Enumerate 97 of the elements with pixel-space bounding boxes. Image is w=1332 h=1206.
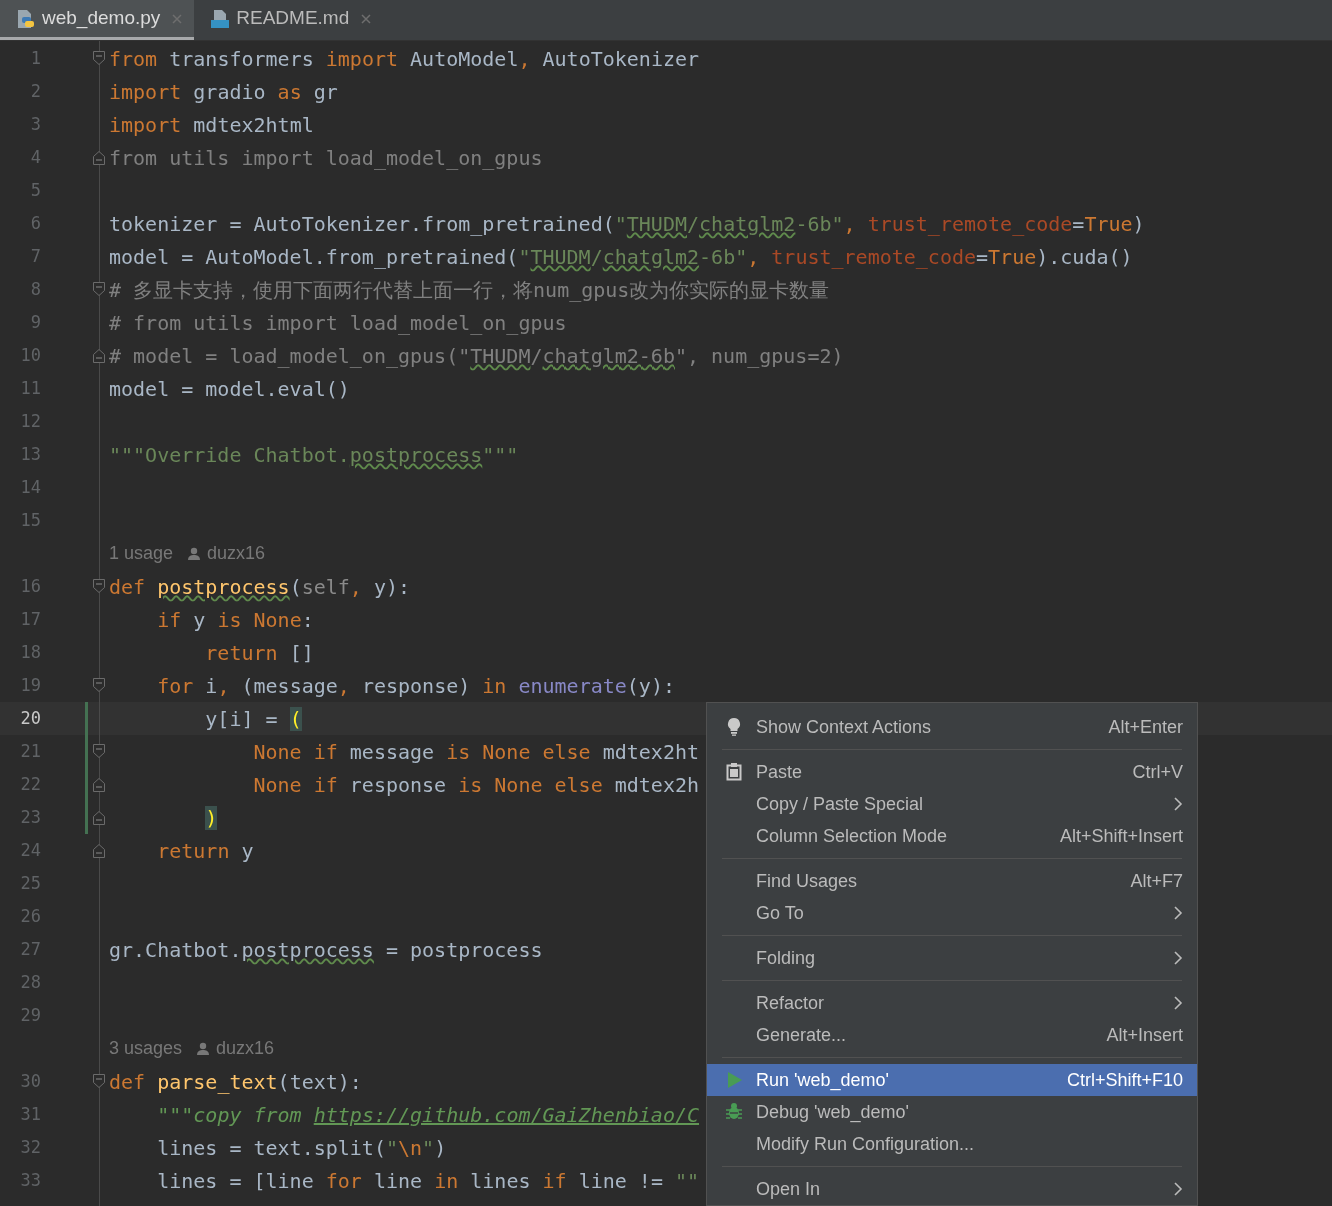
file-icon <box>16 8 36 29</box>
menu-item[interactable]: Find Usages Alt+F7 <box>707 865 1197 897</box>
fold-marker-icon[interactable] <box>92 776 106 793</box>
line-number: 20 <box>19 706 41 730</box>
close-icon[interactable] <box>170 11 185 26</box>
fold-marker-icon[interactable] <box>92 743 106 760</box>
line-number: 22 <box>19 772 41 796</box>
menu-item[interactable]: Folding <box>707 942 1197 974</box>
line-number: 10 <box>19 343 41 367</box>
line-number: 28 <box>19 970 41 994</box>
menu-item[interactable]: Modify Run Configuration... <box>707 1128 1197 1160</box>
code-line: None if message is None else mdtex2ht <box>252 738 700 766</box>
code-line: return y <box>156 837 254 865</box>
author-hint[interactable]: duzx16 <box>216 1035 275 1062</box>
code-line: model = model.eval() <box>108 375 350 403</box>
line-number: 18 <box>19 640 41 664</box>
line-number: 25 <box>19 871 41 895</box>
line-number: 21 <box>19 739 41 763</box>
code-line: import mdtex2html <box>108 111 314 139</box>
code-line: y[i] = ( <box>204 705 302 733</box>
lightbulb-icon <box>725 717 743 737</box>
line-number: 3 <box>29 112 41 136</box>
line-number: 29 <box>19 1003 41 1027</box>
line-number: 14 <box>19 475 41 499</box>
line-number: 1 <box>29 46 41 70</box>
line-number: 12 <box>19 409 41 433</box>
code-line: for i, (message, response) in enumerate(y): <box>156 672 675 700</box>
line-number: 11 <box>19 376 41 400</box>
code-line: def parse_text(text): <box>108 1068 362 1096</box>
code-line: return [] <box>204 639 314 667</box>
fold-marker-icon[interactable] <box>92 1073 106 1090</box>
line-number: 26 <box>19 904 41 928</box>
usages-hint[interactable]: 3 usages <box>109 1035 183 1062</box>
fold-marker-icon[interactable] <box>92 149 106 166</box>
menu-item[interactable]: Paste Ctrl+V <box>707 756 1197 788</box>
fold-marker-icon[interactable] <box>92 677 106 694</box>
code-line: # from utils import load_model_on_gpus <box>108 309 567 337</box>
code-line: lines = [line for line in lines if line != "" <box>156 1167 700 1195</box>
menu-item[interactable]: Refactor <box>707 987 1197 1019</box>
code-line: gr.Chatbot.postprocess = postprocess <box>108 936 543 964</box>
file-tab[interactable]: README.md <box>194 0 384 40</box>
menu-item[interactable]: Column Selection Mode Alt+Shift+Insert <box>707 820 1197 852</box>
line-number: 13 <box>19 442 41 466</box>
line-number: 15 <box>19 508 41 532</box>
code-line: def postprocess(self, y): <box>108 573 411 601</box>
code-line: """Override Chatbot.postprocess""" <box>108 441 519 469</box>
code-line: # 多显卡支持，使用下面两行代替上面一行，将num_gpus改为你实际的显卡数量 <box>108 276 830 304</box>
menu-item[interactable]: Go To <box>707 897 1197 929</box>
person-icon <box>196 1041 211 1056</box>
close-icon[interactable] <box>359 11 374 26</box>
code-line: from utils import load_model_on_gpus <box>108 144 543 172</box>
line-number: 7 <box>29 244 41 268</box>
usages-hint[interactable]: 1 usage <box>109 540 174 567</box>
fold-marker-icon[interactable] <box>92 50 106 67</box>
person-icon <box>187 546 202 561</box>
line-number: 9 <box>29 310 41 334</box>
clipboard-icon <box>725 762 743 782</box>
line-number: 31 <box>19 1102 41 1126</box>
line-number: 4 <box>29 145 41 169</box>
code-line: """copy from https://github.com/GaiZhenbiao/C <box>156 1101 700 1129</box>
line-number: 19 <box>19 673 41 697</box>
play-icon <box>725 1070 743 1090</box>
code-line: tokenizer = AutoTokenizer.from_pretrained("THUDM/chatglm2-6b", trust_remote_code=True) <box>108 210 1145 238</box>
line-number: 16 <box>19 574 41 598</box>
line-number: 27 <box>19 937 41 961</box>
fold-marker-icon[interactable] <box>92 842 106 859</box>
line-number: 2 <box>29 79 41 103</box>
fold-marker-icon[interactable] <box>92 809 106 826</box>
fold-marker-icon[interactable] <box>92 281 106 298</box>
menu-item[interactable]: Copy / Paste Special <box>707 788 1197 820</box>
code-line: # model = load_model_on_gpus("THUDM/chatglm2-6b", num_gpus=2) <box>108 342 844 370</box>
code-line: from transformers import AutoModel, AutoTokenizer <box>108 45 700 73</box>
menu-item[interactable]: Run 'web_demo' Ctrl+Shift+F10 <box>707 1064 1197 1096</box>
code-line: model = AutoModel.from_pretrained("THUDM/chatglm2-6b", trust_remote_code=True).cuda() <box>108 243 1133 271</box>
line-number: 33 <box>19 1168 41 1192</box>
author-hint[interactable]: duzx16 <box>207 540 266 567</box>
code-line: lines = text.split("\n") <box>156 1134 447 1162</box>
line-number: 17 <box>19 607 41 631</box>
code-line: if y is None: <box>156 606 314 634</box>
fold-marker-icon[interactable] <box>92 347 106 364</box>
line-number: 30 <box>19 1069 41 1093</box>
line-number: 8 <box>29 277 41 301</box>
menu-item[interactable]: Generate... Alt+Insert <box>707 1019 1197 1051</box>
menu-item[interactable]: Debug 'web_demo' <box>707 1096 1197 1128</box>
line-number: 23 <box>19 805 41 829</box>
line-number: 6 <box>29 211 41 235</box>
line-number: 5 <box>29 178 41 202</box>
file-icon <box>210 8 231 29</box>
file-tab[interactable]: web_demo.py <box>0 0 195 40</box>
line-number: 24 <box>19 838 41 862</box>
line-number: 32 <box>19 1135 41 1159</box>
menu-item[interactable]: Show Context Actions Alt+Enter <box>707 711 1197 743</box>
code-line: None if response is None else mdtex2h <box>252 771 700 799</box>
menu-item[interactable]: Open In <box>707 1173 1197 1205</box>
fold-marker-icon[interactable] <box>92 578 106 595</box>
code-line: import gradio as gr <box>108 78 338 106</box>
bug-icon <box>725 1102 743 1122</box>
